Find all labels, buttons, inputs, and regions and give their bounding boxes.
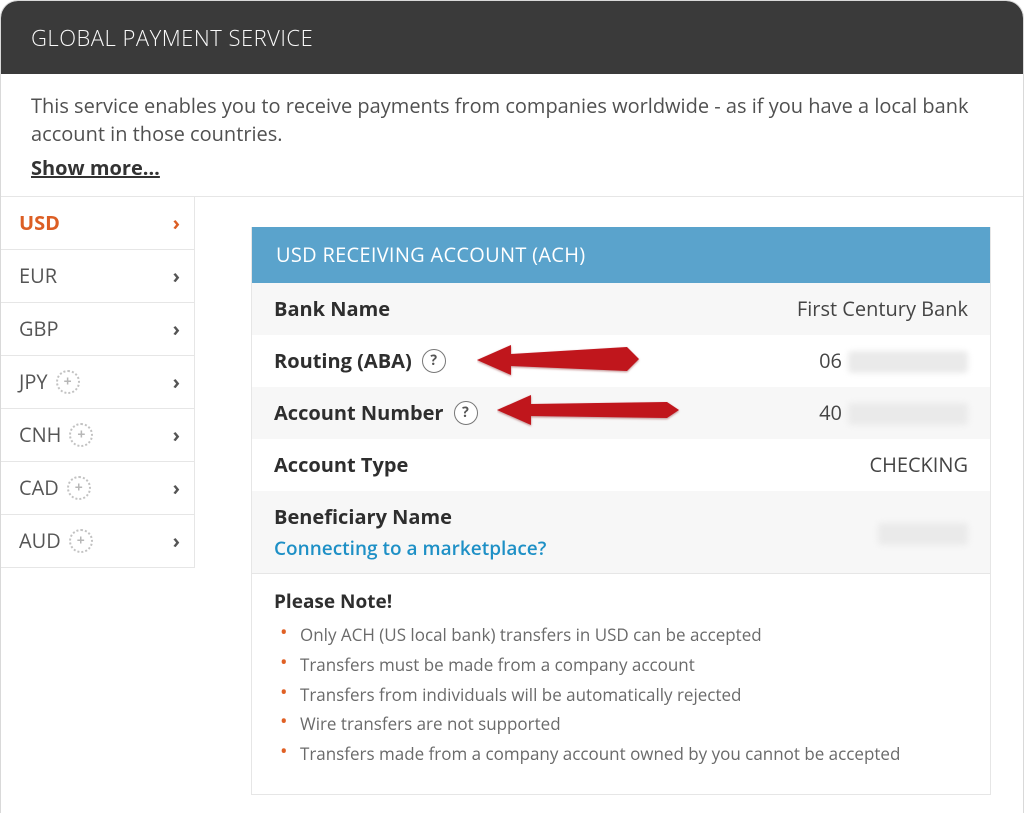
app-window: GLOBAL PAYMENT SERVICE This service enab… [0,0,1024,813]
sidebar-item-aud[interactable]: AUD + › [1,515,194,568]
plus-icon: + [67,476,91,500]
sidebar-item-label: GBP [19,315,59,343]
row-routing: Routing (ABA) ? 06 [252,335,990,387]
sidebar-item-eur[interactable]: EUR › [1,250,194,303]
row-account-type: Account Type CHECKING [252,439,990,491]
chevron-right-icon: › [173,474,180,502]
please-note-block: Please Note! Only ACH (US local bank) tr… [252,573,990,794]
sidebar-item-jpy[interactable]: JPY + › [1,356,194,409]
account-number-value: 40 [819,399,968,427]
account-type-label: Account Type [274,451,408,479]
chevron-right-icon: › [173,262,180,290]
help-icon[interactable]: ? [454,401,478,425]
sidebar-item-label: EUR [19,262,57,290]
redacted-value [848,403,968,425]
sidebar-item-cad[interactable]: CAD + › [1,462,194,515]
note-item: Transfers must be made from a company ac… [294,653,968,677]
help-icon[interactable]: ? [422,349,446,373]
sidebar-item-label: CNH [19,421,61,449]
chevron-right-icon: › [173,527,180,555]
note-item: Wire transfers are not supported [294,712,968,736]
beneficiary-label: Beneficiary Name [274,503,452,530]
beneficiary-value [872,518,968,546]
chevron-right-icon: › [173,315,180,343]
routing-prefix: 06 [819,347,842,374]
show-more-link[interactable]: Show more... [31,154,160,182]
intro-text: This service enables you to receive paym… [31,92,993,148]
redacted-value [848,351,968,373]
sidebar-item-label: USD [19,209,60,237]
receiving-account-panel: USD RECEIVING ACCOUNT (ACH) Bank Name Fi… [251,227,991,795]
note-item: Only ACH (US local bank) transfers in US… [294,623,968,647]
row-account-number: Account Number ? 40 [252,387,990,439]
note-item: Transfers made from a company account ow… [294,742,968,766]
redacted-value [878,523,968,545]
content-body: USD › EUR › GBP › JPY + › CNH [1,197,1023,795]
chevron-right-icon: › [173,421,180,449]
plus-icon: + [69,423,93,447]
note-list: Only ACH (US local bank) transfers in US… [274,623,968,766]
account-number-prefix: 40 [819,399,842,426]
account-type-value: CHECKING [870,451,969,479]
plus-icon: + [69,529,93,553]
row-bank-name: Bank Name First Century Bank [252,283,990,335]
routing-label: Routing (ABA) [274,347,412,375]
routing-value: 06 [819,347,968,375]
account-number-label: Account Number [274,399,444,427]
marketplace-link[interactable]: Connecting to a marketplace? [274,535,546,562]
note-heading: Please Note! [274,588,968,615]
sidebar-item-gbp[interactable]: GBP › [1,303,194,356]
sidebar-item-label: CAD [19,474,59,502]
sidebar-item-label: JPY [19,368,48,396]
chevron-right-icon: › [173,368,180,396]
note-item: Transfers from individuals will be autom… [294,683,968,707]
page-title: GLOBAL PAYMENT SERVICE [31,23,313,53]
intro-block: This service enables you to receive paym… [1,74,1023,197]
panel-title: USD RECEIVING ACCOUNT (ACH) [252,227,990,283]
main-column: USD RECEIVING ACCOUNT (ACH) Bank Name Fi… [195,197,1023,795]
page-header: GLOBAL PAYMENT SERVICE [1,1,1023,74]
chevron-right-icon: › [173,209,180,237]
plus-icon: + [56,370,80,394]
sidebar-item-label: AUD [19,527,61,555]
sidebar-item-usd[interactable]: USD › [1,197,194,250]
sidebar-item-cnh[interactable]: CNH + › [1,409,194,462]
bank-name-label: Bank Name [274,295,390,323]
row-beneficiary: Beneficiary Name Connecting to a marketp… [252,491,990,574]
currency-sidebar: USD › EUR › GBP › JPY + › CNH [1,197,195,568]
bank-name-value: First Century Bank [797,295,968,323]
